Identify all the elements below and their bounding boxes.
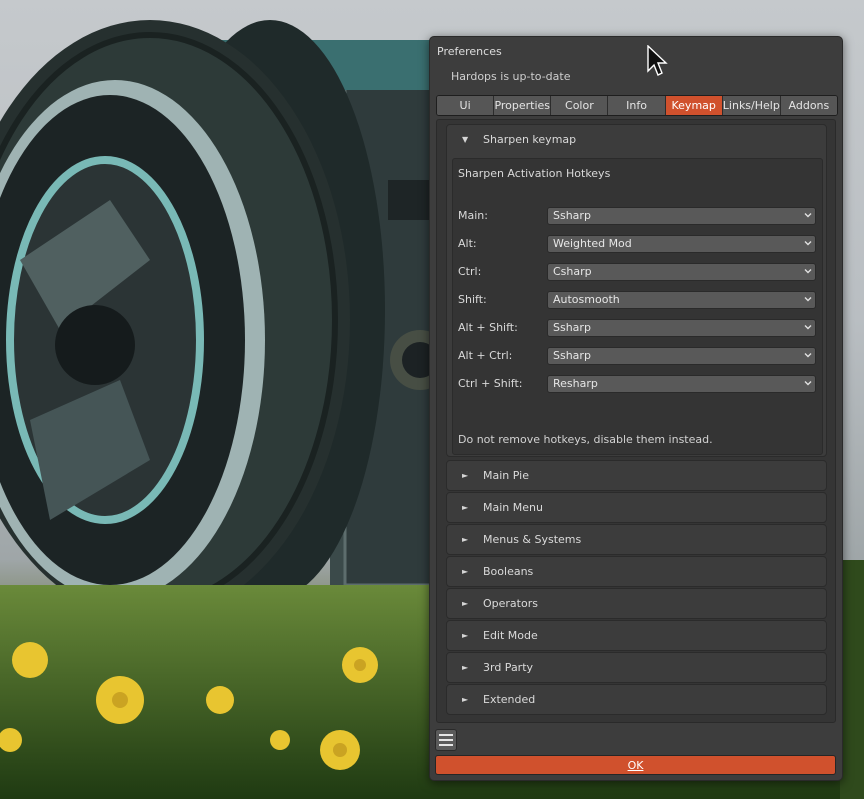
- tab-color[interactable]: Color: [551, 96, 609, 115]
- chevron-down-icon: [804, 353, 812, 358]
- hotkey-dropdown-alt[interactable]: Weighted Mod: [547, 235, 816, 253]
- tab-links-help[interactable]: Links/Help: [722, 96, 781, 115]
- tab-properties[interactable]: Properties: [494, 96, 552, 115]
- section-sharpen-keymap: ▼ Sharpen keymap Sharpen Activation Hotk…: [446, 124, 827, 457]
- hotkey-dropdown-alt-shift[interactable]: Ssharp: [547, 319, 816, 337]
- section-label: Extended: [483, 693, 536, 706]
- section-main-pie[interactable]: ► Main Pie: [446, 460, 827, 491]
- section-label: Edit Mode: [483, 629, 538, 642]
- section-edit-mode[interactable]: ► Edit Mode: [446, 620, 827, 651]
- hotkey-label-alt-ctrl: Alt + Ctrl:: [458, 349, 513, 362]
- hotkey-label-shift: Shift:: [458, 293, 487, 306]
- update-status-text: Hardops is up-to-date: [451, 70, 571, 83]
- collapsed-triangle-icon: ►: [462, 695, 469, 704]
- section-label: Sharpen keymap: [483, 133, 577, 146]
- chevron-down-icon: [804, 269, 812, 274]
- sharpen-hotkeys-title: Sharpen Activation Hotkeys: [458, 167, 611, 180]
- section-label: Main Menu: [483, 501, 543, 514]
- chevron-down-icon: [804, 241, 812, 246]
- collapsed-triangle-icon: ►: [462, 471, 469, 480]
- section-menus-systems[interactable]: ► Menus & Systems: [446, 524, 827, 555]
- hotkey-label-main: Main:: [458, 209, 488, 222]
- section-main-menu[interactable]: ► Main Menu: [446, 492, 827, 523]
- collapsed-triangle-icon: ►: [462, 631, 469, 640]
- tab-bar: Ui Properties Color Info Keymap Links/He…: [436, 95, 838, 116]
- dropdown-value: Weighted Mod: [553, 237, 632, 250]
- dropdown-value: Resharp: [553, 377, 598, 390]
- dropdown-value: Ssharp: [553, 209, 591, 222]
- chevron-down-icon: [804, 381, 812, 386]
- chevron-down-icon: [804, 325, 812, 330]
- tab-addons[interactable]: Addons: [780, 96, 837, 115]
- collapsed-triangle-icon: ►: [462, 535, 469, 544]
- hotkey-dropdown-ctrl[interactable]: Csharp: [547, 263, 816, 281]
- hotkey-dropdown-ctrl-shift[interactable]: Resharp: [547, 375, 816, 393]
- collapsed-triangle-icon: ►: [462, 663, 469, 672]
- hotkeys-note: Do not remove hotkeys, disable them inst…: [458, 433, 713, 446]
- section-3rd-party[interactable]: ► 3rd Party: [446, 652, 827, 683]
- tab-info[interactable]: Info: [608, 96, 666, 115]
- mouse-cursor-icon: [647, 45, 668, 76]
- hotkey-label-alt: Alt:: [458, 237, 477, 250]
- dropdown-value: Ssharp: [553, 349, 591, 362]
- section-label: Booleans: [483, 565, 534, 578]
- section-booleans[interactable]: ► Booleans: [446, 556, 827, 587]
- collapsed-triangle-icon: ►: [462, 599, 469, 608]
- dropdown-value: Autosmooth: [553, 293, 620, 306]
- section-extended[interactable]: ► Extended: [446, 684, 827, 715]
- chevron-down-icon: [804, 297, 812, 302]
- hotkey-dropdown-main[interactable]: Ssharp: [547, 207, 816, 225]
- keymap-panel: ▼ Sharpen keymap Sharpen Activation Hotk…: [436, 119, 836, 723]
- tab-keymap[interactable]: Keymap: [665, 96, 723, 115]
- tab-ui[interactable]: Ui: [437, 96, 495, 115]
- section-label: Main Pie: [483, 469, 529, 482]
- hotkey-dropdown-alt-ctrl[interactable]: Ssharp: [547, 347, 816, 365]
- hotkey-label-alt-shift: Alt + Shift:: [458, 321, 518, 334]
- ok-button[interactable]: OK: [435, 755, 836, 775]
- preferences-dialog: Preferences Hardops is up-to-date Ui Pro…: [429, 36, 843, 781]
- collapsed-triangle-icon: ►: [462, 503, 469, 512]
- hamburger-menu-icon: [439, 734, 453, 746]
- dropdown-value: Ssharp: [553, 321, 591, 334]
- section-label: 3rd Party: [483, 661, 534, 674]
- section-label: Menus & Systems: [483, 533, 582, 546]
- dropdown-value: Csharp: [553, 265, 592, 278]
- section-operators[interactable]: ► Operators: [446, 588, 827, 619]
- hotkey-label-ctrl-shift: Ctrl + Shift:: [458, 377, 523, 390]
- hamburger-menu-button[interactable]: [435, 729, 457, 751]
- sharpen-hotkeys-box: Sharpen Activation Hotkeys Main: Ssharp …: [452, 158, 823, 455]
- section-header-sharpen-keymap[interactable]: ▼ Sharpen keymap: [447, 125, 826, 155]
- expanded-triangle-icon: ▼: [462, 135, 469, 144]
- section-label: Operators: [483, 597, 538, 610]
- hotkey-dropdown-shift[interactable]: Autosmooth: [547, 291, 816, 309]
- dialog-title: Preferences: [437, 45, 502, 58]
- chevron-down-icon: [804, 213, 812, 218]
- hotkey-label-ctrl: Ctrl:: [458, 265, 482, 278]
- collapsed-triangle-icon: ►: [462, 567, 469, 576]
